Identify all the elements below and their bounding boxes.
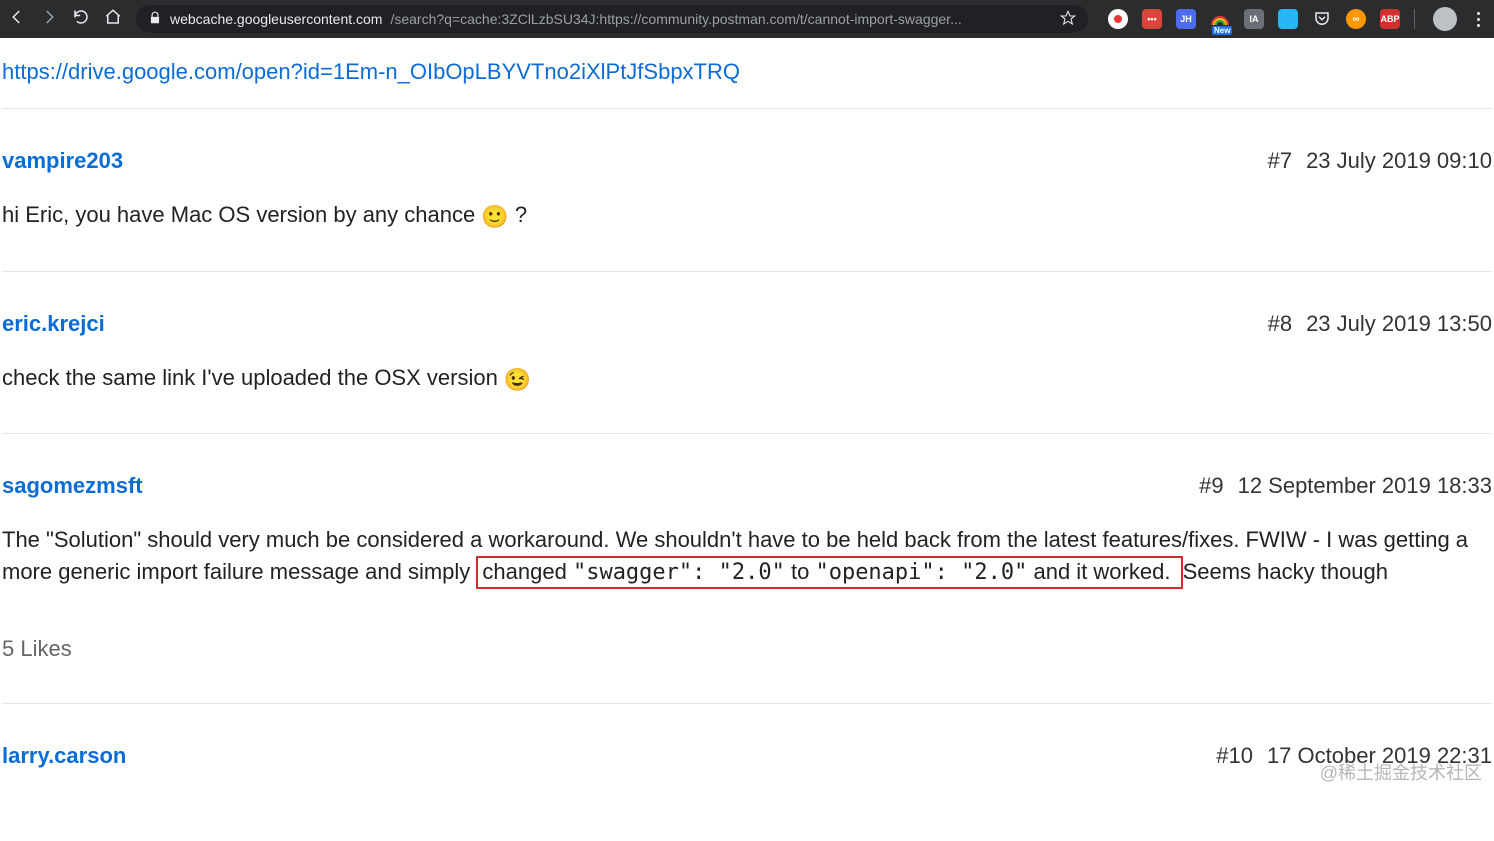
nav-buttons	[8, 8, 122, 31]
extension-orange-icon[interactable]: ∞	[1346, 9, 1366, 29]
chrome-menu-button[interactable]	[1471, 12, 1486, 27]
post-date: 23 July 2019 09:10	[1306, 145, 1492, 177]
post-number: #7	[1268, 145, 1292, 177]
extension-abp-icon[interactable]: ABP	[1380, 9, 1400, 29]
post-username[interactable]: sagomezmsft	[2, 470, 143, 502]
post-username[interactable]: vampire203	[2, 145, 123, 177]
extension-lastpass-icon[interactable]: •••	[1142, 9, 1162, 29]
post-likes[interactable]: 5 Likes	[2, 633, 1492, 665]
post-9: sagomezmsft #9 12 September 2019 18:33 T…	[2, 434, 1492, 704]
extension-new-badge: New	[1212, 26, 1232, 35]
post-text-after: ?	[509, 202, 527, 227]
post-username[interactable]: eric.krejci	[2, 308, 105, 340]
url-host: webcache.googleusercontent.com	[170, 11, 382, 27]
extension-pocket-icon[interactable]	[1312, 9, 1332, 29]
post-number: #10	[1216, 740, 1253, 772]
post-meta: #9 12 September 2019 18:33	[1199, 470, 1492, 502]
extension-record-icon[interactable]	[1108, 9, 1128, 29]
address-bar[interactable]: webcache.googleusercontent.com/search?q=…	[136, 5, 1088, 33]
post-body: check the same link I've uploaded the OS…	[2, 362, 1492, 396]
post-number: #8	[1268, 308, 1292, 340]
wink-icon: 😉	[504, 364, 531, 396]
post-fragment-top: https://drive.google.com/open?id=1Em-n_O…	[2, 38, 1492, 109]
post-7: vampire203 #7 23 July 2019 09:10 hi Eric…	[2, 109, 1492, 272]
toolbar-separator	[1414, 9, 1415, 29]
smile-icon: 🙂	[481, 201, 508, 233]
post-username[interactable]: larry.carson	[2, 740, 126, 772]
box-text-mid: to	[785, 559, 816, 584]
extension-jh-icon[interactable]: JH	[1176, 9, 1196, 29]
extension-blue-icon[interactable]	[1278, 9, 1298, 29]
back-button[interactable]	[8, 8, 26, 31]
post-text-post: Seems hacky though	[1183, 559, 1388, 584]
drive-link[interactable]: https://drive.google.com/open?id=1Em-n_O…	[2, 59, 740, 84]
lock-icon	[148, 11, 162, 28]
post-body: hi Eric, you have Mac OS version by any …	[2, 199, 1492, 233]
post-8: eric.krejci #8 23 July 2019 13:50 check …	[2, 272, 1492, 435]
post-meta: #7 23 July 2019 09:10	[1268, 145, 1492, 177]
box-text-pre: changed	[482, 559, 573, 584]
reload-button[interactable]	[72, 8, 90, 31]
post-meta: #10 17 October 2019 22:31	[1216, 740, 1492, 772]
code-swagger: "swagger": "2.0"	[573, 560, 785, 585]
extension-strip: ••• JH New IA ∞ ABP	[1102, 7, 1486, 31]
page-content: https://drive.google.com/open?id=1Em-n_O…	[0, 38, 1494, 804]
forward-button[interactable]	[40, 8, 58, 31]
code-openapi: "openapi": "2.0"	[815, 560, 1027, 585]
home-button[interactable]	[104, 8, 122, 31]
post-date: 17 October 2019 22:31	[1267, 740, 1492, 772]
post-date: 12 September 2019 18:33	[1238, 470, 1492, 502]
profile-avatar[interactable]	[1433, 7, 1457, 31]
post-meta: #8 23 July 2019 13:50	[1268, 308, 1492, 340]
extension-rainbow-icon[interactable]: New	[1210, 9, 1230, 29]
post-10: larry.carson #10 17 October 2019 22:31	[2, 704, 1492, 804]
post-text: check the same link I've uploaded the OS…	[2, 365, 504, 390]
post-text: hi Eric, you have Mac OS version by any …	[2, 202, 481, 227]
bookmark-star-icon[interactable]	[1060, 10, 1076, 29]
post-number: #9	[1199, 470, 1223, 502]
box-text-post: and it worked.	[1027, 559, 1176, 584]
post-body: The "Solution" should very much be consi…	[2, 524, 1492, 589]
browser-toolbar: webcache.googleusercontent.com/search?q=…	[0, 0, 1494, 38]
url-path: /search?q=cache:3ZClLzbSU34J:https://com…	[390, 11, 961, 27]
highlighted-fix: changed "swagger": "2.0" to "openapi": "…	[476, 556, 1182, 589]
extension-ia-icon[interactable]: IA	[1244, 9, 1264, 29]
post-date: 23 July 2019 13:50	[1306, 308, 1492, 340]
